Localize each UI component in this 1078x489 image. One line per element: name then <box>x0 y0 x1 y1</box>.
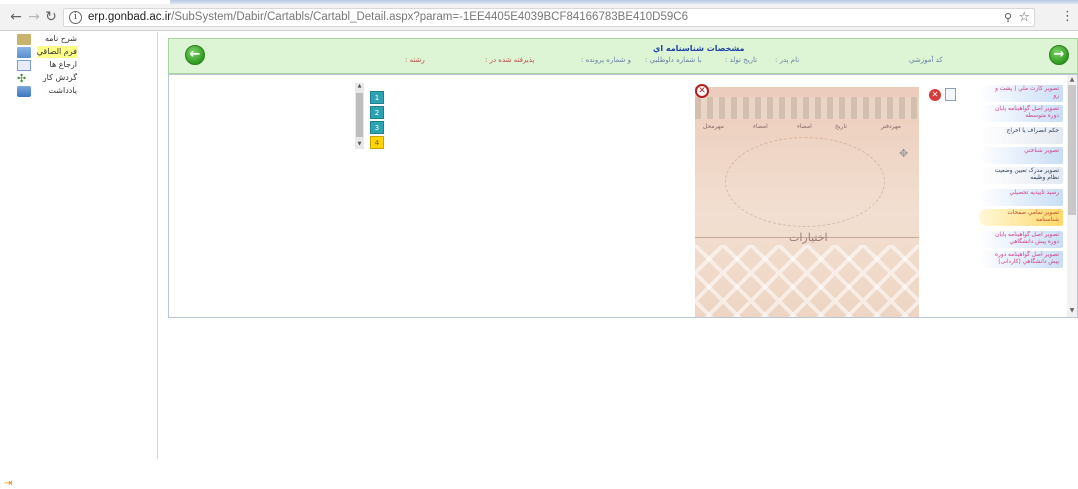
back-arrow-icon[interactable]: ← <box>185 45 205 65</box>
document-column-labels: مهرمحل امضاء امضاء تاريخ مهردفتر <box>703 123 901 130</box>
sidebar-item-label: يادداشت <box>48 86 77 95</box>
document-stamp-text: اختيارات <box>789 231 828 244</box>
workflow-icon: ✣ <box>17 72 27 85</box>
sidebar-item-label: فرم الصاقي <box>36 46 77 58</box>
header-field-major: رشته : <box>405 56 425 64</box>
doc-tab-pre-university-associate[interactable]: تصوير اصل گواهينامه دوره پيش دانشگاهي (ک… <box>979 251 1063 268</box>
header-title: مشخصات شناسنامه اي <box>653 44 745 53</box>
header-field-father-name: نام پدر : <box>775 56 800 64</box>
sidebar-item-workflow[interactable]: گردش کار ✣ <box>0 72 157 85</box>
sidebar-item-letter-description[interactable]: شرح نامه <box>0 33 157 46</box>
bookmark-star-icon[interactable]: ☆ <box>1018 10 1030 25</box>
page-selector: ▲ ▼ 1 2 3 4 <box>355 83 387 153</box>
sidebar-item-referrals[interactable]: ارجاع ها <box>0 59 157 72</box>
header-field-birth-date: تاريخ تولد : <box>725 56 758 64</box>
browser-window: ← → ↻ i erp.gonbad.ac.ir/SubSystem/Dabir… <box>0 0 1078 489</box>
attachment-viewer: ▲ ▼ 1 2 3 4 مهرمحل امضاء امضاء تاريخ مهر… <box>168 74 1078 318</box>
sidebar-item-attached-form[interactable]: فرم الصاقي <box>0 46 157 59</box>
viewer-scrollbar[interactable]: ▲ ▼ <box>1067 75 1077 317</box>
student-info-header: ← مشخصات شناسنامه اي کد آموزشي نام پدر :… <box>168 38 1078 74</box>
address-bar[interactable]: i erp.gonbad.ac.ir/SubSystem/Dabir/Carta… <box>63 8 1035 27</box>
sidebar-item-label: ارجاع ها <box>49 60 77 69</box>
scroll-down-icon[interactable]: ▼ <box>355 141 364 147</box>
note-icon <box>17 86 31 97</box>
page-button-1[interactable]: 1 <box>370 91 384 104</box>
delete-icon[interactable]: ✕ <box>929 89 941 101</box>
sidebar-item-notes[interactable]: يادداشت <box>0 85 157 98</box>
url-text[interactable]: erp.gonbad.ac.ir/SubSystem/Dabir/Cartabl… <box>88 11 688 23</box>
folder-icon <box>17 47 31 58</box>
scroll-up-icon[interactable]: ▲ <box>1068 76 1076 83</box>
document-ornament-band <box>695 97 919 119</box>
forward-arrow-icon[interactable]: → <box>1049 45 1069 65</box>
doc-tab-birth-certificate-pages[interactable]: تصوير تمامي صفحات شناسنامه <box>979 209 1063 226</box>
doc-tab-national-card[interactable]: تصوير کارت ملي ( پشت و رو <box>979 85 1063 102</box>
header-field-accepted-in: پذيرفته شده در : <box>485 56 535 64</box>
sidebar-item-label: شرح نامه <box>44 34 77 43</box>
info-icon[interactable]: i <box>69 11 82 24</box>
browser-toolbar: ← → ↻ i erp.gonbad.ac.ir/SubSystem/Dabir… <box>0 4 1078 31</box>
left-sidebar: شرح نامه فرم الصاقي ارجاع ها گردش کار ✣ … <box>0 32 158 489</box>
page-button-3[interactable]: 3 <box>370 121 384 134</box>
document-icon[interactable] <box>945 88 956 101</box>
page-button-2[interactable]: 2 <box>370 106 384 119</box>
birth-certificate-scan: مهرمحل امضاء امضاء تاريخ مهردفتر اختيارا… <box>695 87 919 317</box>
document-watermark <box>725 137 885 227</box>
doc-tab-military-status[interactable]: تصوير مدرک تعيين وضعيت نظام وظيفه <box>979 167 1063 184</box>
reload-icon[interactable]: ↻ <box>43 9 59 25</box>
header-field-file-number: و شماره پرونده : <box>581 56 631 64</box>
forward-icon[interactable]: → <box>26 9 42 25</box>
sidebar-item-label: گردش کار <box>42 73 77 82</box>
scroll-up-icon[interactable]: ▲ <box>355 83 364 89</box>
doc-tab-pre-university-diploma[interactable]: تصوير اصل گواهينامه پايان دوره پيش دانشگ… <box>979 231 1063 248</box>
close-image-icon[interactable]: ✕ <box>695 84 709 98</box>
document-icon <box>17 60 31 71</box>
header-field-education-code: کد آموزشي <box>909 56 943 64</box>
move-cursor-icon: ✥ <box>899 147 909 160</box>
page-selector-scrollbar[interactable]: ▲ ▼ <box>355 83 364 149</box>
header-field-candidate-number: با شماره داوطلبي : <box>645 56 702 64</box>
back-icon[interactable]: ← <box>8 9 24 25</box>
menu-dots-icon[interactable]: ⋮ <box>1061 9 1074 24</box>
folder-icon <box>17 34 31 45</box>
zoom-icon[interactable]: ⚲ <box>1004 11 1012 24</box>
scroll-down-icon[interactable]: ▼ <box>1068 307 1076 314</box>
document-pattern <box>695 245 919 317</box>
page-button-4[interactable]: 4 <box>370 136 384 149</box>
doc-tab-photo[interactable]: تصوير شناختي <box>979 147 1063 164</box>
scroll-thumb[interactable] <box>1068 85 1076 215</box>
scroll-thumb[interactable] <box>356 93 363 137</box>
exit-icon[interactable]: ⇥ <box>4 478 12 489</box>
doc-tab-education-confirmation[interactable]: رسيد تاييديه تحصيلي <box>979 189 1063 206</box>
doc-tab-withdrawal-order[interactable]: حکم انصراف يا اخراج <box>979 127 1063 144</box>
doc-tab-high-school-diploma[interactable]: تصوير اصل گواهينامه پايان دوره متوسطه <box>979 105 1063 122</box>
